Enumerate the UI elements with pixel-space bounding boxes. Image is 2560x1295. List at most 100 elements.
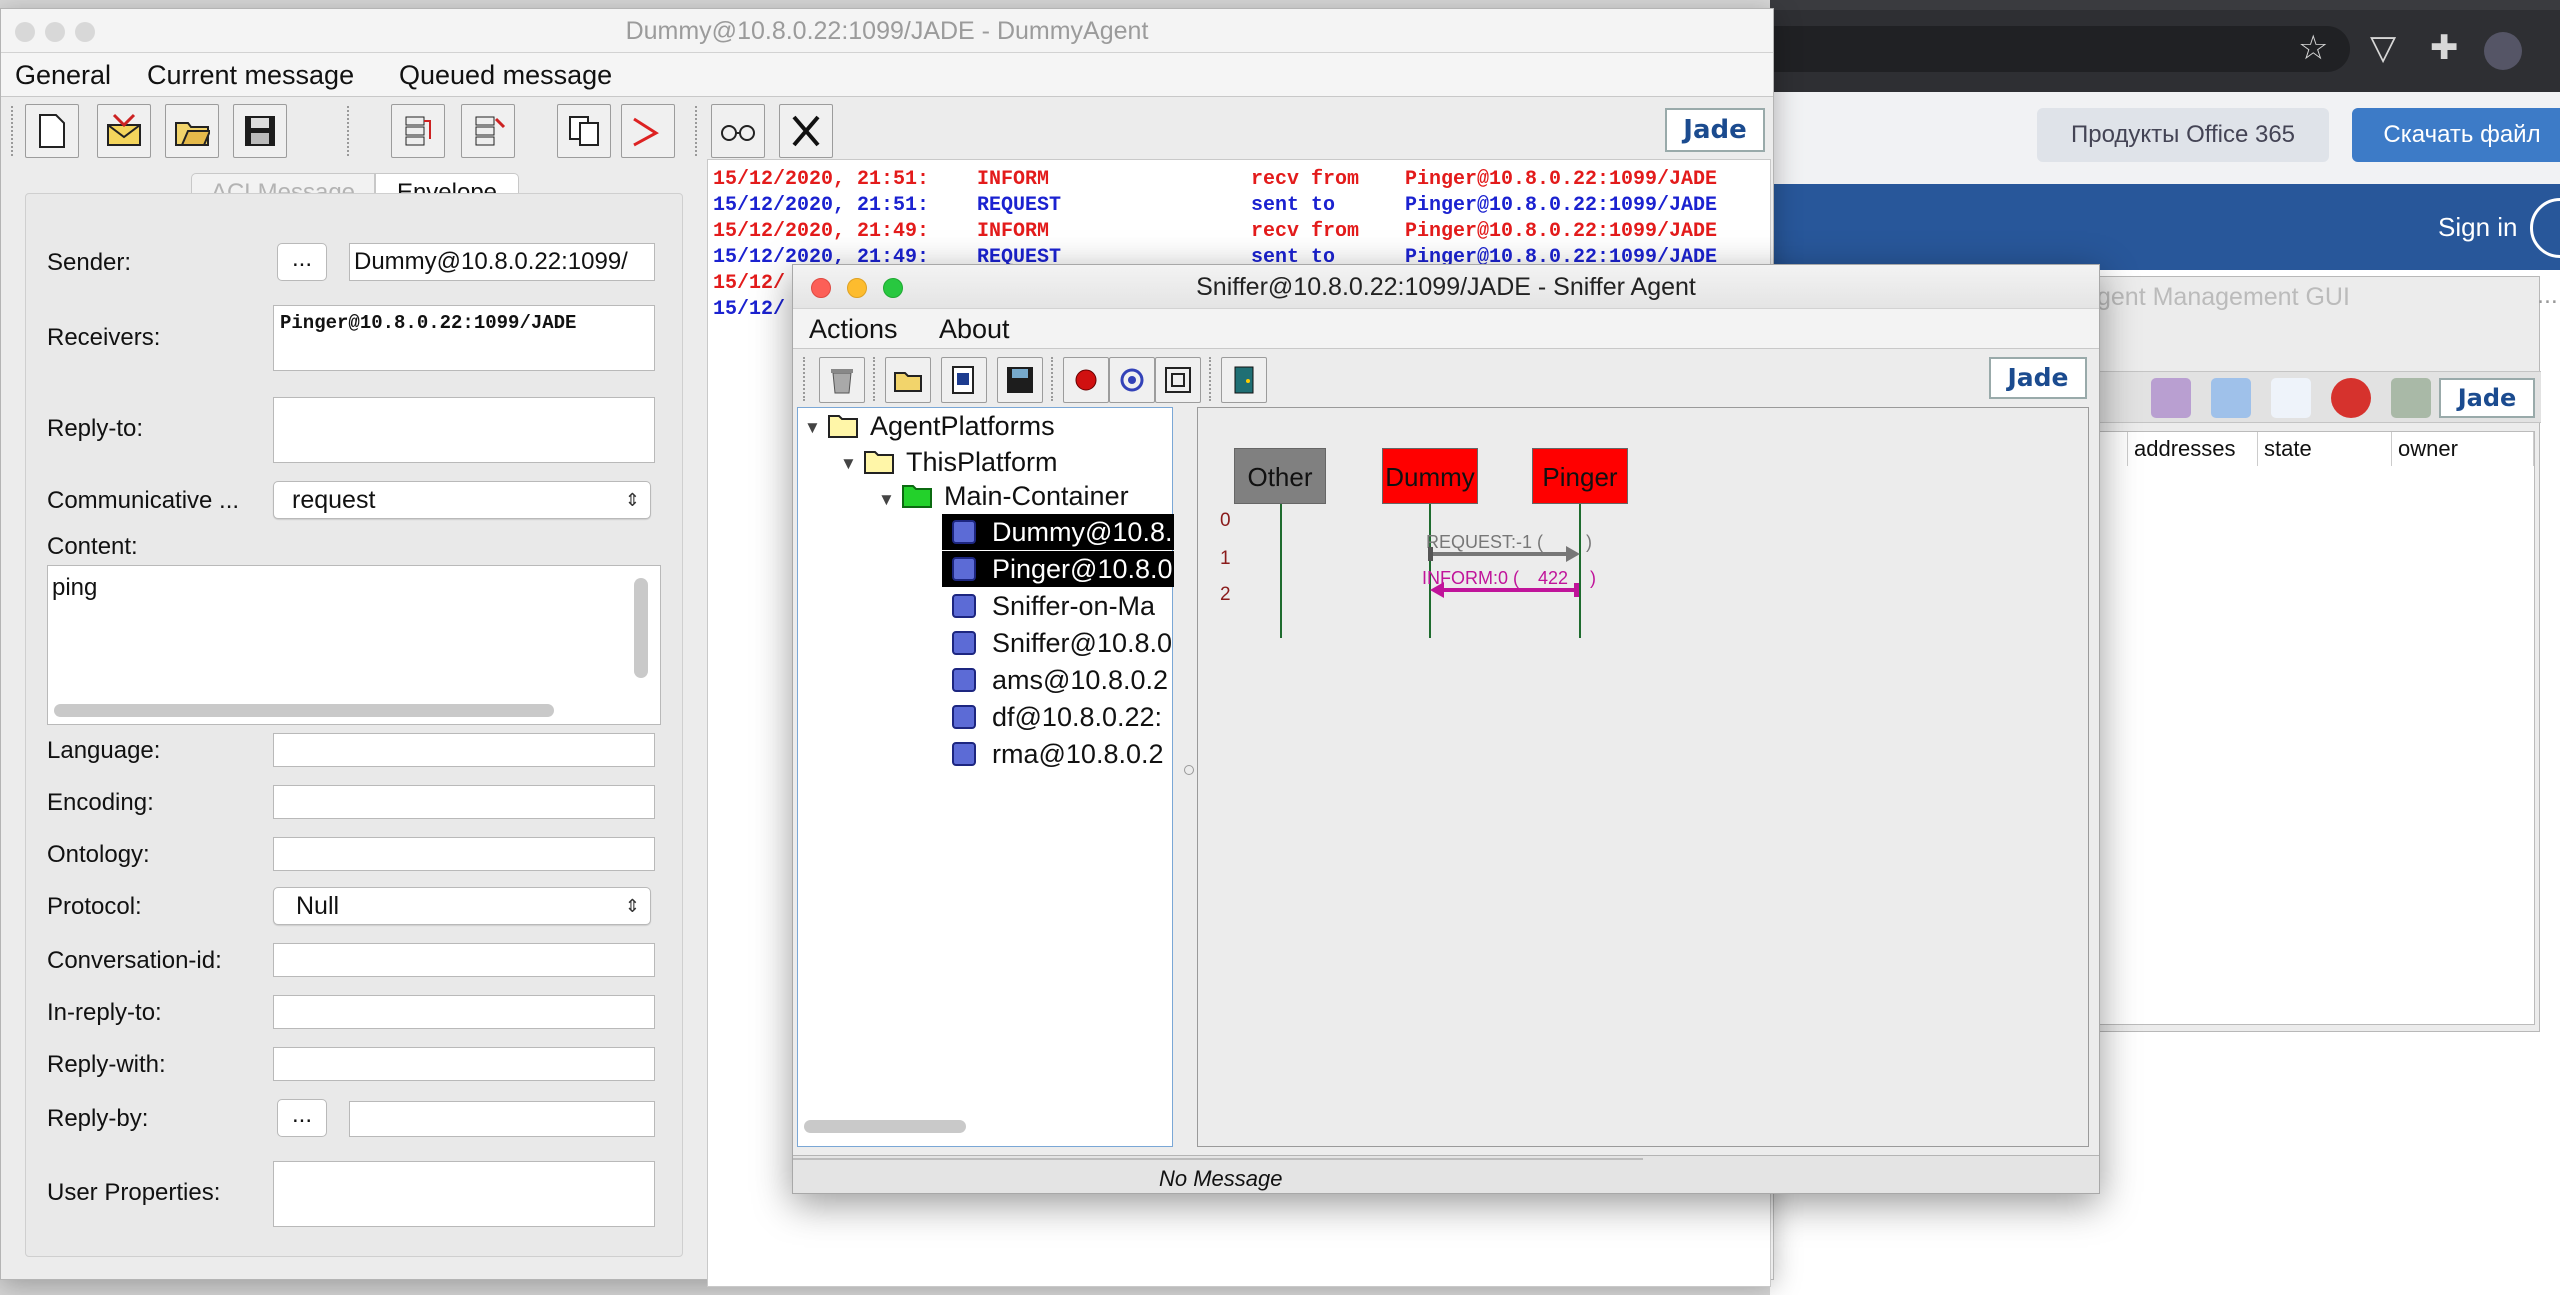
request-arrow[interactable] [1424,544,1588,564]
puzzle-icon[interactable]: ✚ [2430,28,2459,68]
content-vscroll[interactable] [634,578,648,678]
performative-select[interactable]: request ⇕ [273,481,651,519]
set-reply-button[interactable] [391,104,445,158]
view-message-button[interactable] [711,104,765,158]
log-entry-date[interactable]: 15/12/2020, 21:51: [713,167,929,193]
agent-box-pinger[interactable]: Pinger [1532,448,1628,504]
bug-icon[interactable] [2331,378,2371,418]
menu-about[interactable]: About [939,309,1010,349]
tree-agent-node[interactable]: Sniffer@10.8.0 [992,625,1172,661]
do-not-sniff-button[interactable] [1155,357,1201,403]
office365-button[interactable]: Продукты Office 365 [2037,108,2329,162]
ontology-field[interactable] [273,837,655,871]
sender-field[interactable]: Dummy@10.8.0.22:1099/ [349,243,655,281]
open-file-button[interactable] [165,104,219,158]
expand-triangle-icon[interactable]: ▼ [878,490,895,510]
log-entry-perf[interactable]: REQUEST [977,193,1061,219]
log-entry-dir[interactable]: recv from [1251,219,1359,245]
content-hscroll[interactable] [54,704,554,717]
minimize-button[interactable] [847,278,867,298]
replyby-field[interactable] [349,1101,655,1137]
expand-triangle-icon[interactable]: ▼ [840,454,857,474]
log-entry-date[interactable]: 15/12/ [713,271,785,297]
userprops-field[interactable] [273,1161,655,1227]
receivers-field[interactable]: Pinger@10.8.0.22:1099/JADE [273,305,655,371]
menu-actions[interactable]: Actions [809,309,898,349]
clear-canvas-button[interactable] [819,357,865,403]
inreplyto-field[interactable] [273,995,655,1029]
replyto-field[interactable] [273,397,655,463]
log-icon[interactable] [2271,378,2311,418]
log-entry-dir[interactable]: sent to [1251,193,1335,219]
show-only-button[interactable] [1109,357,1155,403]
delete-message-button[interactable] [779,104,833,158]
col-owner[interactable]: owner [2392,432,2534,466]
replywith-field[interactable] [273,1047,655,1081]
send-message-button[interactable] [97,104,151,158]
content-area[interactable]: ping [47,565,661,725]
new-message-button[interactable] [25,104,79,158]
sniffer-tool-icon[interactable] [2391,378,2431,418]
sender-browse-button[interactable]: ... [277,243,327,281]
tree-agent-node[interactable]: Dummy@10.8. [992,514,1172,550]
extension-v-icon[interactable]: ▽ [2370,28,2396,68]
agent-box-other[interactable]: Other [1234,448,1326,504]
zoom-button[interactable] [75,22,95,42]
tree-hscroll[interactable] [804,1120,966,1133]
zoom-button[interactable] [883,278,903,298]
col-state[interactable]: state [2258,432,2392,466]
spy-agent-icon[interactable] [2151,378,2191,418]
menu-queued-message[interactable]: Queued message [399,53,612,97]
sign-in-link[interactable]: Sign in [2438,212,2518,243]
tree-agent-node[interactable]: ams@10.8.0.2 [992,662,1168,698]
star-icon[interactable]: ☆ [2298,28,2328,68]
agent-box-dummy[interactable]: Dummy [1382,448,1478,504]
forward-message-button[interactable] [621,104,675,158]
tree-container[interactable]: Main-Container [944,478,1129,514]
save-text-button[interactable] [941,357,987,403]
log-entry-agent[interactable]: Pinger@10.8.0.22:1099/JADE [1405,193,1717,219]
close-button[interactable] [811,278,831,298]
save-file-button[interactable] [233,104,287,158]
copy-message-button[interactable] [557,104,611,158]
sniff-agent-button[interactable] [1063,357,1109,403]
reset-message-button[interactable] [461,104,515,158]
protocol-select[interactable]: Null ⇕ [273,887,651,925]
menu-general[interactable]: General [15,53,111,97]
rma-more[interactable]: ... [2537,277,2558,313]
tree-agent-node[interactable]: df@10.8.0.22: [992,699,1162,735]
tree-agent-node[interactable]: Pinger@10.8.0 [992,551,1172,587]
save-snapshot-button[interactable] [997,357,1043,403]
expand-triangle-icon[interactable]: ▼ [804,418,821,438]
log-entry-agent[interactable]: Pinger@10.8.0.22:1099/JADE [1405,167,1717,193]
split-pane-divider[interactable] [1184,765,1194,775]
log-entry-perf[interactable]: INFORM [977,167,1049,193]
inform-arrow[interactable] [1424,580,1588,600]
conversation-field[interactable] [273,943,655,977]
log-entry-date[interactable]: 15/12/2020, 21:51: [713,193,929,219]
download-button[interactable]: Скачать файл [2352,108,2560,162]
tree-root[interactable]: AgentPlatforms [870,408,1055,444]
close-button[interactable] [15,22,35,42]
log-entry-date[interactable]: 15/12/2020, 21:49: [713,219,929,245]
open-snapshot-button[interactable] [885,357,931,403]
language-field[interactable] [273,733,655,767]
exit-sniffer-button[interactable] [1221,357,1267,403]
tree-platform[interactable]: ThisPlatform [906,444,1058,480]
address-bar[interactable] [1770,26,2350,72]
encoding-field[interactable] [273,785,655,819]
profile-avatar[interactable] [2484,32,2522,70]
log-entry-agent[interactable]: Pinger@10.8.0.22:1099/JADE [1405,219,1717,245]
agent-tree-panel[interactable]: ▼ AgentPlatforms ▼ ThisPlatform ▼ Main-C… [797,407,1174,1147]
tree-agent-node[interactable]: Sniffer-on-Ma [992,588,1155,624]
log-entry-perf[interactable]: INFORM [977,219,1049,245]
replyby-browse-button[interactable]: ... [277,1099,327,1137]
introspector-icon[interactable] [2211,378,2251,418]
tree-agent-node[interactable]: rma@10.8.0.2 [992,736,1164,772]
log-entry-date[interactable]: 15/12/ [713,297,785,323]
menu-current-message[interactable]: Current message [147,53,354,97]
sniffer-canvas[interactable]: Other Dummy Pinger 0 1 2 REQUEST:-1 ( ) … [1197,407,2089,1147]
log-entry-dir[interactable]: recv from [1251,167,1359,193]
col-addresses[interactable]: addresses [2128,432,2258,466]
minimize-button[interactable] [45,22,65,42]
